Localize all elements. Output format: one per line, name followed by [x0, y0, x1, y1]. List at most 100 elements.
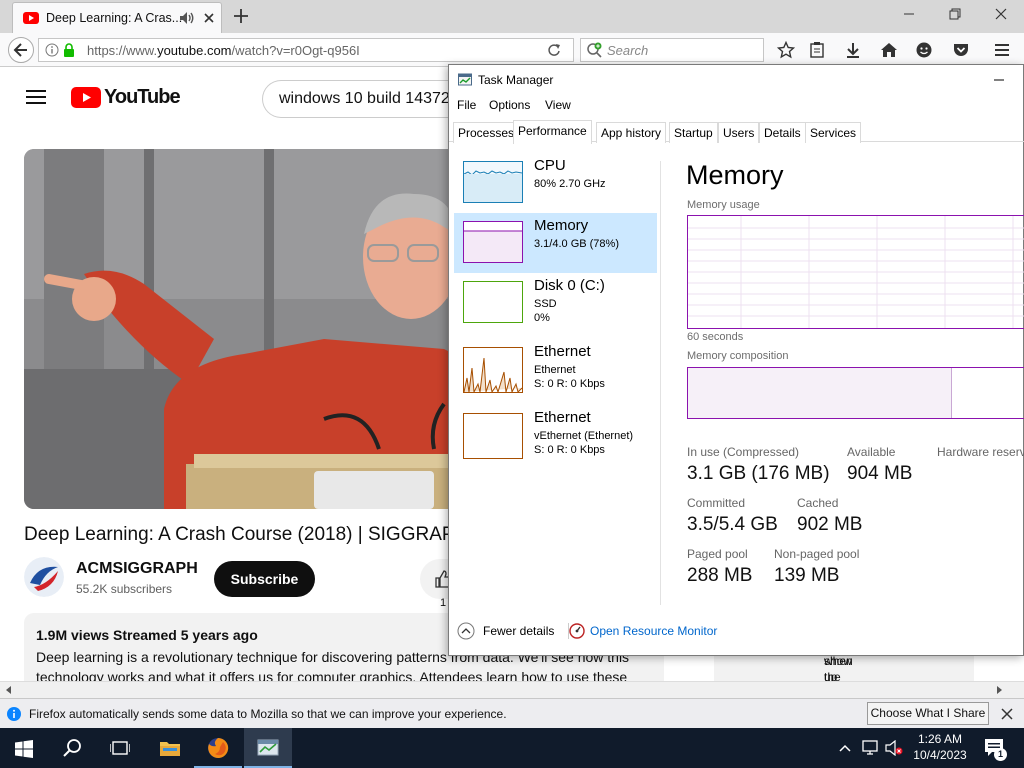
cpu-mini-graph [463, 161, 523, 203]
volume-muted-icon[interactable] [884, 740, 904, 756]
tab-title: Deep Learning: A Cras... [46, 11, 183, 25]
choose-what-i-share-button[interactable]: Choose What I Share [867, 702, 989, 725]
memory-mini-graph [463, 221, 523, 263]
resource-ethernet-1[interactable]: Ethernet Ethernet S: 0 R: 0 Kbps [454, 339, 657, 399]
search-bar[interactable]: Search [580, 38, 764, 62]
minimize-window-icon[interactable] [901, 6, 917, 22]
resource-detail-2: S: 0 R: 0 Kbps [534, 378, 605, 390]
firefox-app[interactable] [194, 728, 242, 768]
subscriber-count: 55.2K subscribers [76, 582, 173, 596]
resource-cpu[interactable]: CPU 80% 2.70 GHz [454, 153, 657, 213]
disk-mini-graph [463, 281, 523, 323]
resource-monitor-icon [569, 623, 585, 639]
search-placeholder: Search [607, 43, 649, 58]
hello-icon[interactable] [915, 41, 933, 59]
subscribe-button[interactable]: Subscribe [214, 561, 315, 597]
bookmark-star-icon[interactable] [777, 41, 795, 59]
tab-services[interactable]: Services [805, 122, 862, 143]
description-meta: 1.9M views Streamed 5 years ago [36, 627, 258, 643]
tab-performance[interactable]: Performance [513, 120, 592, 144]
download-icon[interactable] [844, 41, 862, 59]
notification-count-badge: 1 [994, 748, 1007, 761]
scroll-right-icon[interactable] [994, 685, 1004, 695]
youtube-logo-icon [71, 87, 101, 108]
tab-users[interactable]: Users [718, 122, 760, 143]
tab-app-history[interactable]: App history [596, 122, 667, 143]
youtube-menu-icon[interactable] [26, 89, 46, 105]
show-hidden-icons-icon[interactable] [838, 742, 852, 754]
back-arrow-icon [13, 43, 27, 57]
close-window-icon[interactable] [993, 6, 1009, 22]
menu-file[interactable]: File [457, 98, 476, 112]
speaker-icon[interactable] [179, 11, 195, 25]
available-label: Available [847, 445, 896, 459]
folder-icon [160, 742, 180, 756]
panel-divider [660, 161, 661, 605]
scroll-left-icon[interactable] [4, 685, 14, 695]
close-tab-icon[interactable] [202, 11, 216, 25]
start-button[interactable] [0, 728, 48, 768]
new-tab-icon[interactable] [232, 7, 250, 25]
task-manager-app[interactable] [244, 728, 292, 768]
url-text: https://www.youtube.com/watch?v=r0Ogt-q9… [87, 43, 360, 58]
graph-time-label: 60 seconds [687, 331, 744, 343]
youtube-logo[interactable]: YouTube [71, 85, 181, 111]
memory-usage-graph [687, 215, 1024, 329]
resource-detail: Ethernet [534, 364, 576, 376]
resource-detail-2: S: 0 R: 0 Kbps [534, 444, 605, 456]
windows-logo-icon [15, 740, 33, 758]
resource-ethernet-2[interactable]: Ethernet vEthernet (Ethernet) S: 0 R: 0 … [454, 405, 657, 465]
browser-tab[interactable]: Deep Learning: A Cras... [12, 2, 222, 33]
task-manager-menu: File Options View [449, 96, 1024, 116]
tab-processes[interactable]: Processes [453, 122, 520, 143]
notification-bar: Firefox automatically sends some data to… [0, 698, 1024, 728]
committed-label: Committed [687, 496, 746, 510]
resource-detail: 80% 2.70 GHz [534, 178, 606, 190]
tab-details[interactable]: Details [759, 122, 806, 143]
video-player[interactable] [24, 149, 464, 509]
memory-heading: Memory [686, 160, 784, 190]
chevron-up-circle-icon [457, 622, 475, 640]
memory-composition-label: Memory composition [687, 350, 789, 362]
menu-view[interactable]: View [545, 98, 571, 112]
restore-window-icon[interactable] [947, 6, 963, 22]
task-manager-icon [458, 73, 472, 86]
tab-startup[interactable]: Startup [669, 122, 718, 143]
horizontal-scrollbar[interactable] [0, 681, 1024, 698]
reload-icon[interactable] [547, 43, 561, 57]
file-explorer-app[interactable] [146, 728, 194, 768]
paged-pool-label: Paged pool [687, 547, 748, 561]
non-paged-pool-value: 139 MB [774, 565, 840, 586]
menu-hamburger-icon[interactable] [993, 41, 1011, 59]
close-notification-icon[interactable] [1000, 707, 1014, 721]
channel-avatar[interactable] [24, 557, 64, 597]
youtube-search-value: windows 10 build 14372 [279, 90, 450, 107]
channel-name[interactable]: ACMSIGGRAPH [76, 560, 198, 578]
clock-date: 10/4/2023 [913, 748, 967, 762]
tm-minimize-icon[interactable] [992, 74, 1006, 86]
taskbar-search-button[interactable] [48, 728, 96, 768]
open-resource-monitor-link[interactable]: Open Resource Monitor [569, 622, 729, 642]
pocket-icon[interactable] [952, 41, 970, 59]
menu-options[interactable]: Options [489, 98, 530, 112]
url-bar[interactable]: https://www.youtube.com/watch?v=r0Ogt-q9… [38, 38, 574, 62]
back-button[interactable] [8, 37, 34, 63]
resource-memory[interactable]: Memory 3.1/4.0 GB (78%) [454, 213, 657, 273]
search-engine-icon [587, 42, 602, 58]
lock-icon [64, 43, 74, 57]
navigation-toolbar: https://www.youtube.com/watch?v=r0Ogt-q9… [0, 33, 1024, 67]
info-icon[interactable] [45, 43, 59, 57]
reading-list-icon[interactable] [808, 41, 826, 59]
home-icon[interactable] [880, 41, 898, 59]
vethernet-mini-graph [463, 413, 523, 459]
task-view-button[interactable] [96, 728, 144, 768]
network-icon[interactable] [861, 740, 881, 756]
system-clock[interactable]: 1:26 AM 10/4/2023 [908, 731, 972, 763]
task-view-icon [110, 741, 130, 755]
resource-disk[interactable]: Disk 0 (C:) SSD 0% [454, 273, 657, 333]
cached-label: Cached [797, 496, 839, 510]
fewer-details-button[interactable]: Fewer details [457, 622, 565, 642]
action-center-button[interactable]: 1 [976, 728, 1024, 768]
resource-name: Disk 0 (C:) [534, 277, 605, 294]
in-use-value: 3.1 GB (176 MB) [687, 463, 830, 484]
